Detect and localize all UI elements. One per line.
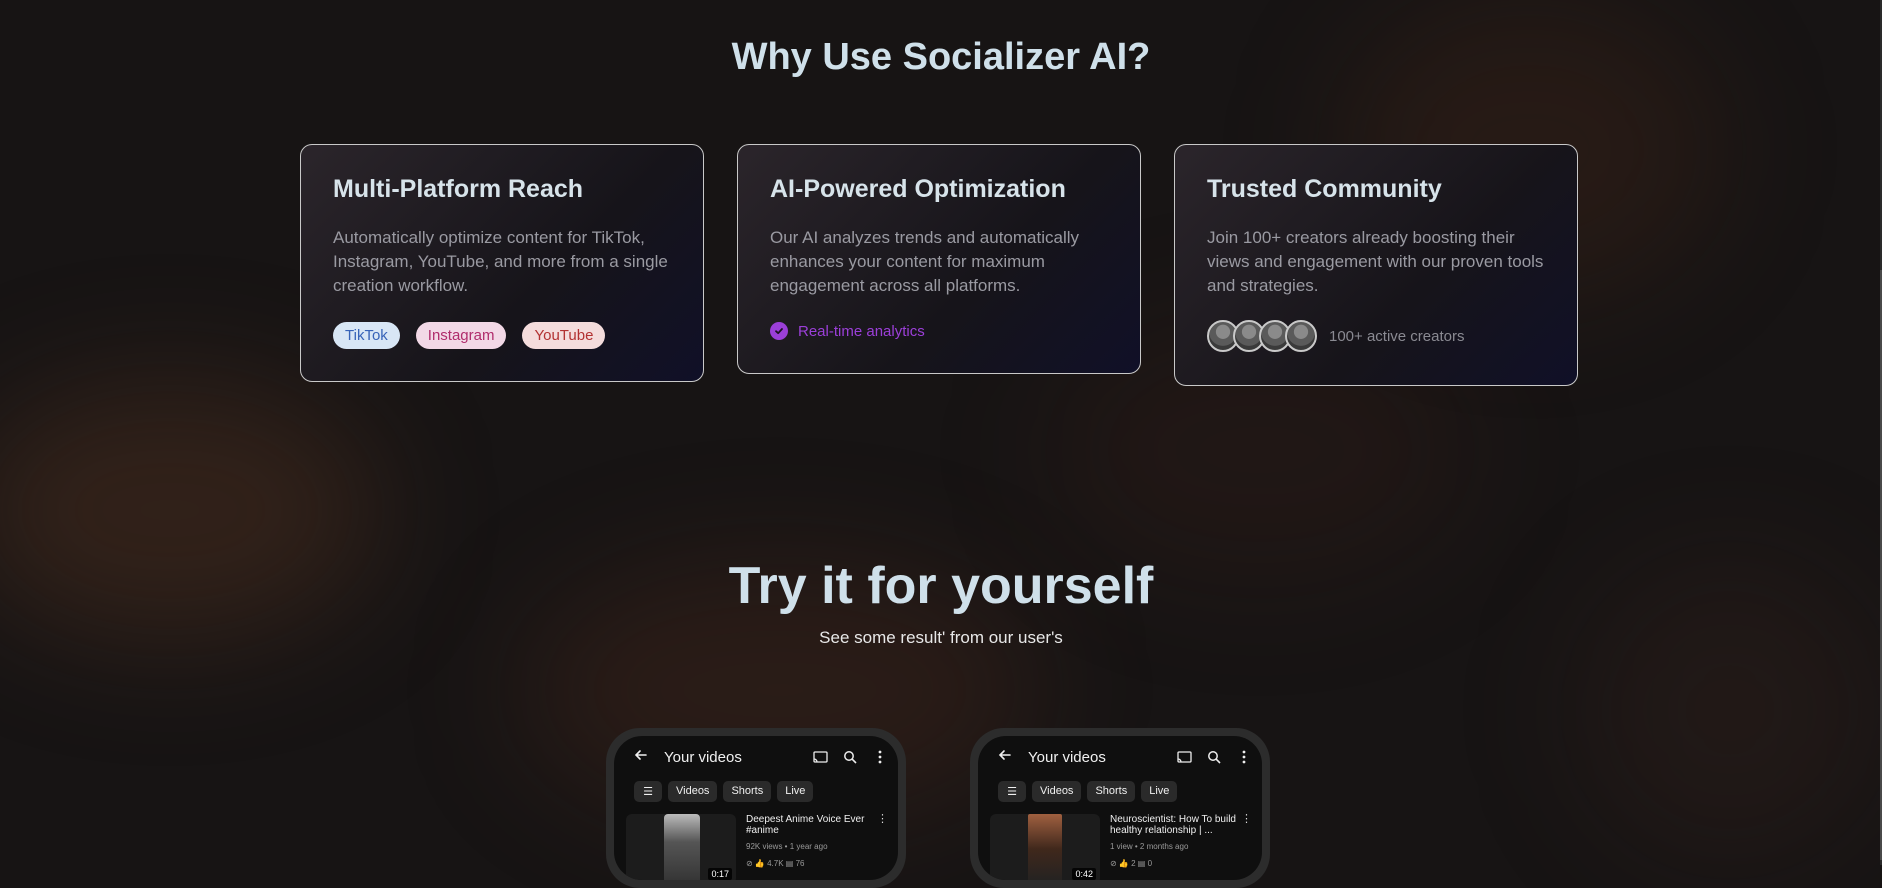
avatar (1285, 320, 1317, 352)
try-section-title: Try it for yourself (728, 557, 1154, 615)
why-section-title: Why Use Socializer AI? (731, 36, 1151, 78)
card-description: Join 100+ creators already boosting thei… (1207, 228, 1544, 295)
phone-screen: Your videos ☰ Videos Shorts Live (614, 736, 898, 880)
video-meta: Neuroscientist: How To build healthy rel… (1110, 814, 1252, 880)
video-views: 1 view • 2 months ago (1110, 842, 1189, 851)
feature-card-community: Trusted Community Join 100+ creators alr… (1174, 144, 1578, 386)
card-title: Multi-Platform Reach (333, 175, 584, 203)
video-duration: 0:42 (1072, 868, 1096, 880)
phone-actions (1176, 749, 1252, 765)
video-views: 92K views • 1 year ago (746, 842, 828, 851)
chip-live[interactable]: Live (1141, 781, 1178, 802)
chip-live[interactable]: Live (777, 781, 814, 802)
thumbnail-image (1028, 814, 1062, 880)
search-icon[interactable] (1206, 749, 1222, 765)
cast-icon[interactable] (812, 749, 828, 765)
search-icon[interactable] (842, 749, 858, 765)
filter-icon[interactable]: ☰ (634, 781, 662, 802)
card-title: Trusted Community (1207, 175, 1442, 203)
platform-pills: TikTok Instagram YouTube (333, 322, 671, 349)
phone-screen: Your videos ☰ Videos Shorts Live (978, 736, 1262, 880)
video-duration: 0:17 (708, 868, 732, 880)
phone-title: Your videos (1028, 748, 1106, 766)
cast-icon[interactable] (1176, 749, 1192, 765)
video-list-item[interactable]: 0:17 Deepest Anime Voice Ever #anime 92K… (626, 814, 888, 880)
phone-header: Your videos (998, 746, 1252, 768)
feature-card-ai-optimization: AI-Powered Optimization Our AI analyzes … (737, 144, 1141, 374)
video-stats: ⊘ 👍 2 ▤ 0 (1110, 859, 1153, 868)
video-title[interactable]: Deepest Anime Voice Ever #anime (746, 814, 876, 836)
thumbnail-image (664, 814, 700, 880)
check-circle-icon (770, 322, 788, 340)
phone-header: Your videos (634, 746, 888, 768)
phone-mockup: Your videos ☰ Videos Shorts Live (970, 728, 1270, 888)
phone-filter-chips: ☰ Videos Shorts Live (634, 781, 814, 802)
creators-count: 100+ active creators (1329, 327, 1465, 345)
pill-tiktok: TikTok (333, 322, 400, 349)
chip-videos[interactable]: Videos (668, 781, 718, 802)
feature-card-multi-platform: Multi-Platform Reach Automatically optim… (300, 144, 704, 382)
card-title: AI-Powered Optimization (770, 175, 1066, 203)
feature-row: Real-time analytics (770, 322, 1108, 340)
chip-shorts[interactable]: Shorts (723, 781, 772, 802)
more-vertical-icon[interactable]: ⋮ (1241, 814, 1252, 825)
phone-filter-chips: ☰ Videos Shorts Live (998, 781, 1178, 802)
video-meta: Deepest Anime Voice Ever #anime 92K view… (746, 814, 888, 880)
arrow-left-icon[interactable] (634, 748, 652, 767)
video-thumbnail[interactable]: 0:42 (990, 814, 1100, 880)
video-stats: ⊘ 👍 4.7K ▤ 76 (746, 859, 805, 868)
more-vertical-icon[interactable] (872, 749, 888, 765)
pill-youtube: YouTube (522, 322, 606, 349)
more-vertical-icon[interactable] (1236, 749, 1252, 765)
pill-instagram: Instagram (415, 322, 507, 349)
creators-row: 100+ active creators (1207, 320, 1545, 352)
card-description: Automatically optimize content for TikTo… (333, 228, 668, 295)
feature-label: Real-time analytics (798, 322, 925, 340)
video-title[interactable]: Neuroscientist: How To build healthy rel… (1110, 814, 1240, 836)
arrow-left-icon[interactable] (998, 748, 1016, 767)
phone-title: Your videos (664, 748, 742, 766)
card-description: Our AI analyzes trends and automatically… (770, 228, 1079, 295)
chip-videos[interactable]: Videos (1032, 781, 1082, 802)
try-section-subtitle: See some result' from our user's (819, 628, 1063, 647)
video-list-item[interactable]: 0:42 Neuroscientist: How To build health… (990, 814, 1252, 880)
avatar-stack (1207, 320, 1317, 352)
chip-shorts[interactable]: Shorts (1087, 781, 1136, 802)
more-vertical-icon[interactable]: ⋮ (877, 814, 888, 825)
video-thumbnail[interactable]: 0:17 (626, 814, 736, 880)
filter-icon[interactable]: ☰ (998, 781, 1026, 802)
phone-mockup: Your videos ☰ Videos Shorts Live (606, 728, 906, 888)
phone-actions (812, 749, 888, 765)
